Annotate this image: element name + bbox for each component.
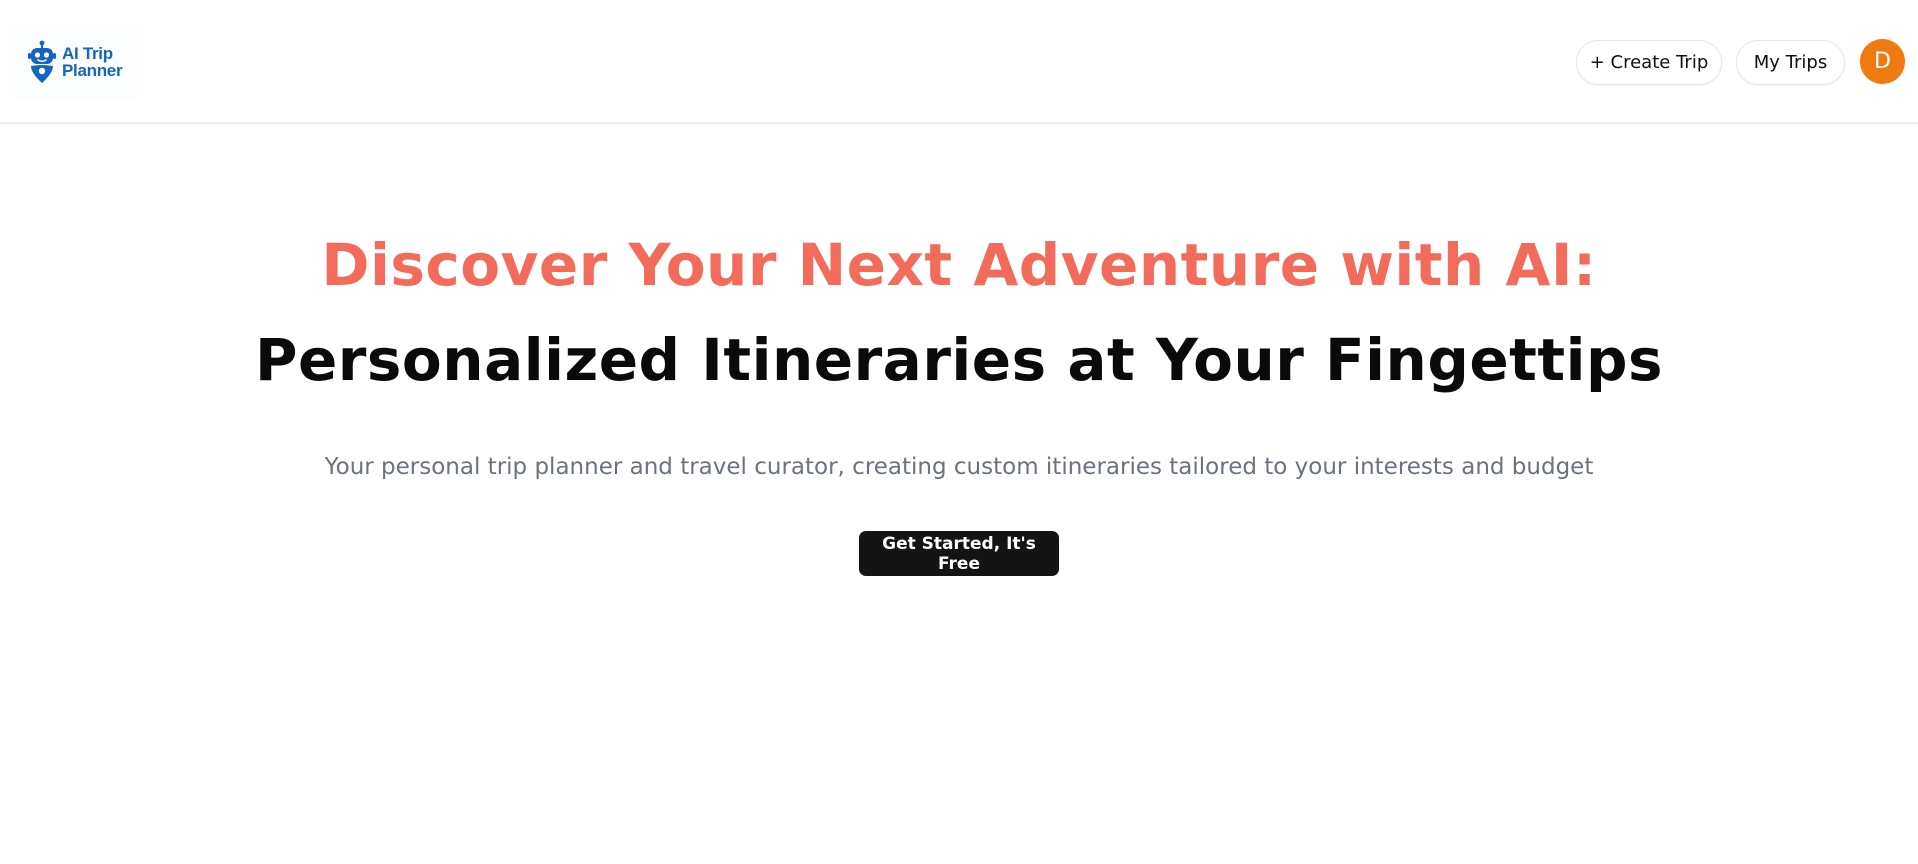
hero-subtitle: Your personal trip planner and travel cu… [324,454,1594,480]
logo-text-line-2: Planner [62,61,123,80]
create-trip-button[interactable]: + Create Trip [1576,40,1722,85]
top-navbar: AI Trip Planner + Create Trip My Trips D [0,0,1918,124]
hero-headline-accent: Discover Your Next Adventure with AI: [321,231,1597,299]
robot-pin-icon [28,40,56,83]
app-logo[interactable]: AI Trip Planner [14,24,138,100]
hero-headline-main: Personalized Itineraries at Your Fingett… [254,326,1664,394]
logo-text-line-1: AI Trip [62,44,113,63]
logo-text: AI Trip Planner [62,44,123,80]
my-trips-button[interactable]: My Trips [1736,40,1845,85]
user-avatar[interactable]: D [1860,39,1905,84]
get-started-button[interactable]: Get Started, It's Free [859,531,1059,576]
